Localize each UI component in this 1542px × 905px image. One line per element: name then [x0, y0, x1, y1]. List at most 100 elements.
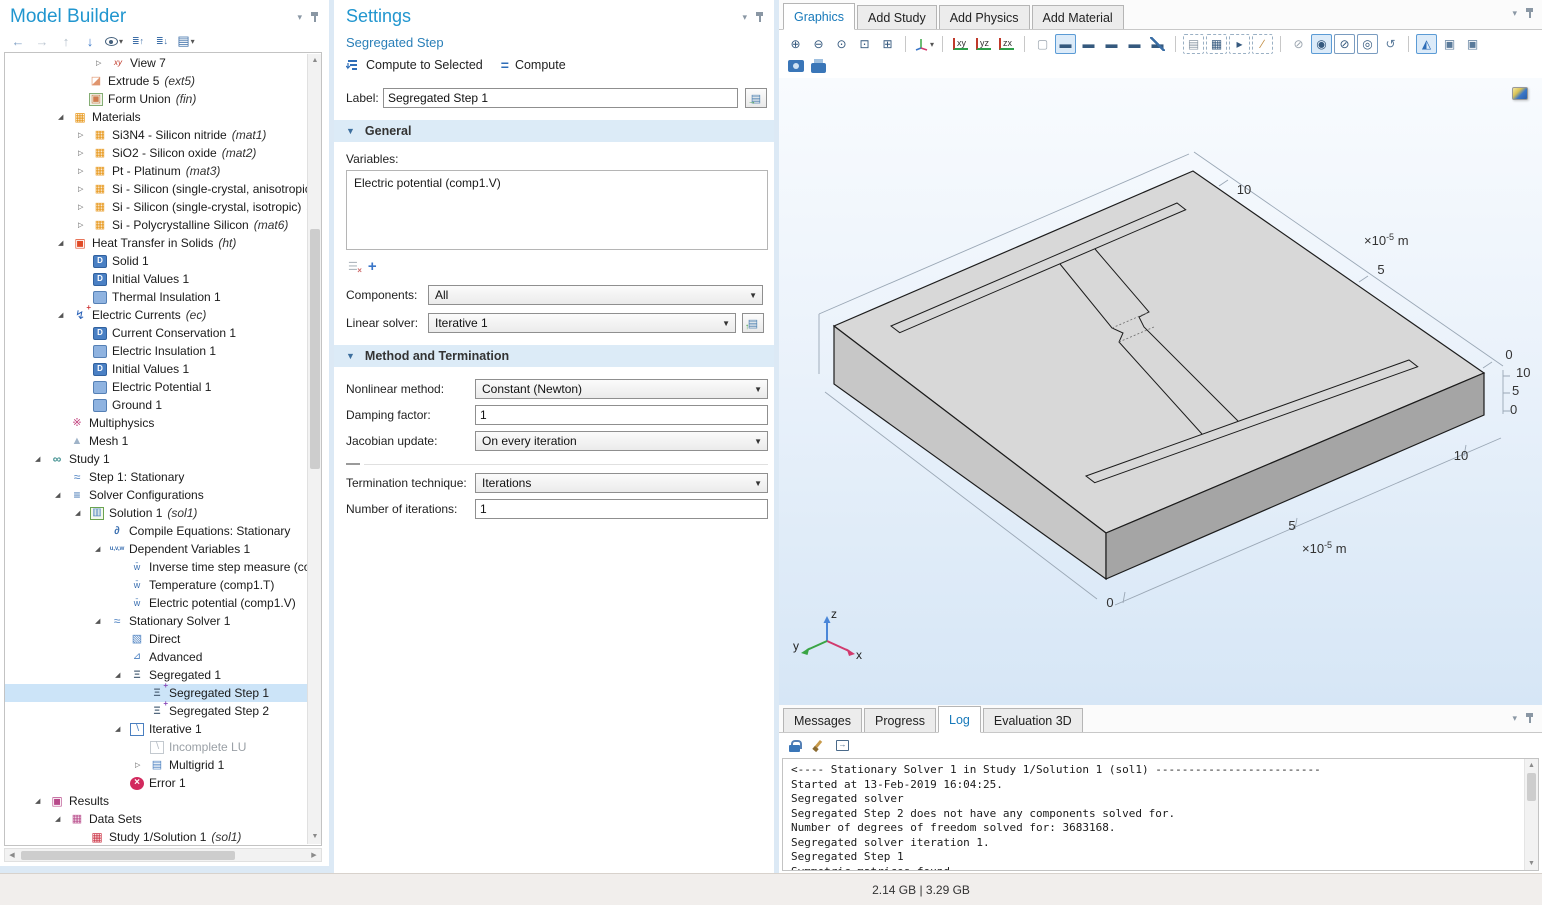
expander-icon[interactable]: ▷	[78, 167, 93, 175]
tree-item[interactable]: ◢▥Solution 1(sol1)	[5, 504, 308, 522]
skybox-button[interactable]: ▣	[1462, 34, 1483, 54]
go-to-source-button[interactable]: ▤↑	[742, 313, 764, 333]
tree-item[interactable]: ◢≈Stationary Solver 1	[5, 612, 308, 630]
tree-item[interactable]: ▷▦Si3N4 - Silicon nitride(mat1)	[5, 126, 308, 144]
number-of-iterations-input[interactable]	[475, 499, 768, 519]
transparency-toggle-button[interactable]: ⊘	[1288, 34, 1309, 54]
expander-icon[interactable]: ◢	[35, 797, 50, 805]
show-options-button[interactable]: ▾	[104, 32, 124, 50]
panel-menu-icon[interactable]: ▾	[1512, 8, 1517, 19]
panel-menu-icon[interactable]: ▾	[297, 12, 302, 23]
export-image-button[interactable]: ▦	[1206, 34, 1227, 54]
view-widget-icon[interactable]	[1512, 87, 1528, 100]
tree-item[interactable]: ×Error 1	[5, 774, 308, 792]
scene-light-button[interactable]: ◭	[1416, 34, 1437, 54]
add-variable-icon[interactable]: +	[368, 258, 377, 275]
view-yz-button[interactable]: yz	[973, 34, 994, 54]
scroll-down-icon[interactable]: ▼	[1525, 857, 1538, 870]
go-to-default-3d-view-button[interactable]: ▾	[913, 34, 935, 54]
section-method-termination[interactable]: ▼ Method and Termination	[334, 345, 774, 367]
tree-vertical-scrollbar[interactable]: ▲ ▼	[307, 54, 321, 844]
expander-icon[interactable]: ▷	[96, 59, 111, 67]
tree-item[interactable]: Ξ+Segregated Step 1	[5, 684, 308, 702]
label-input[interactable]	[383, 88, 738, 108]
compute-button[interactable]: = Compute	[501, 58, 566, 72]
model-tree[interactable]: ▷xyView 7◪Extrude 5(ext5)▣Form Union(fin…	[5, 54, 308, 844]
expander-icon[interactable]: ◢	[58, 311, 73, 319]
expand-all-button[interactable]: ≣↑	[128, 32, 148, 50]
tree-item[interactable]: Ground 1	[5, 396, 308, 414]
expander-icon[interactable]: ◢	[58, 113, 73, 121]
scrollbar-thumb[interactable]	[1527, 773, 1536, 801]
tree-item[interactable]: DInitial Values 1	[5, 360, 308, 378]
scrollbar-thumb[interactable]	[21, 851, 235, 860]
expander-icon[interactable]: ◢	[115, 671, 130, 679]
variables-listbox[interactable]: Electric potential (comp1.V)	[346, 170, 768, 250]
rename-button[interactable]: ▤→	[745, 88, 767, 108]
expander-icon[interactable]: ▷	[78, 203, 93, 211]
variables-item[interactable]: Electric potential (comp1.V)	[354, 176, 760, 190]
lock-scroll-icon[interactable]	[789, 740, 800, 752]
tab-add-material[interactable]: Add Material	[1032, 5, 1124, 29]
tree-item[interactable]: Thermal Insulation 1	[5, 288, 308, 306]
expander-icon[interactable]: ▷	[78, 221, 93, 229]
expander-icon[interactable]: ◢	[55, 491, 70, 499]
zoom-out-button[interactable]: ⊖	[808, 34, 829, 54]
tab-add-physics[interactable]: Add Physics	[939, 5, 1030, 29]
tree-item[interactable]: ※Multiphysics	[5, 414, 308, 432]
zoom-in-button[interactable]: ⊕	[785, 34, 806, 54]
move-down-button[interactable]: ↓	[80, 32, 100, 50]
tree-item[interactable]: ▷▤Multigrid 1	[5, 756, 308, 774]
jacobian-update-select[interactable]: On every iteration▼	[475, 431, 768, 451]
wireframe-rendering-button[interactable]: ▬	[1055, 34, 1076, 54]
zoom-fit-button[interactable]: ⊞	[877, 34, 898, 54]
tab-graphics[interactable]: Graphics	[783, 3, 855, 30]
nonlinear-method-select[interactable]: Constant (Newton)▼	[475, 379, 768, 399]
view-xy-button[interactable]: xy	[950, 34, 971, 54]
scrollbar-thumb[interactable]	[310, 229, 320, 469]
tree-item[interactable]: DCurrent Conservation 1	[5, 324, 308, 342]
hide-geometric-entities-button[interactable]: ◉	[1311, 34, 1332, 54]
linear-solver-select[interactable]: Iterative 1▼	[428, 313, 736, 333]
scroll-right-icon[interactable]: ▶	[307, 849, 321, 862]
expander-icon[interactable]: ◢	[95, 617, 110, 625]
tree-item[interactable]: ∖Incomplete LU	[5, 738, 308, 756]
tree-item[interactable]: DInitial Values 1	[5, 270, 308, 288]
surface-edge-rendering-button[interactable]: ▬	[1101, 34, 1122, 54]
tree-horizontal-scrollbar[interactable]: ◀ ▶	[4, 848, 322, 862]
clear-selection-button[interactable]: ∕	[1252, 34, 1273, 54]
tree-item[interactable]: ▷▦Pt - Platinum(mat3)	[5, 162, 308, 180]
damping-factor-input[interactable]	[475, 405, 768, 425]
tree-item[interactable]: ◢≡Solver Configurations	[5, 486, 308, 504]
tree-item[interactable]: ≈Step 1: Stationary	[5, 468, 308, 486]
section-general[interactable]: ▼ General	[334, 120, 774, 142]
expander-icon[interactable]: ▷	[78, 131, 93, 139]
tree-item[interactable]: ▷▦SiO2 - Silicon oxide(mat2)	[5, 144, 308, 162]
surface-rendering-button[interactable]: ▬	[1078, 34, 1099, 54]
expander-icon[interactable]: ◢	[75, 509, 90, 517]
mesh-rendering-button[interactable]: ▬	[1124, 34, 1145, 54]
expander-icon[interactable]: ▷	[78, 149, 93, 157]
tree-item[interactable]: ▷▦Si - Polycrystalline Silicon(mat6)	[5, 216, 308, 234]
scroll-down-icon[interactable]: ▼	[308, 830, 322, 844]
tree-item[interactable]: ◢▦Materials	[5, 108, 308, 126]
scroll-up-icon[interactable]: ▲	[308, 54, 322, 68]
tree-item[interactable]: ◢▣Results	[5, 792, 308, 810]
clear-log-icon[interactable]	[812, 740, 824, 752]
collapse-all-button[interactable]: ≣↓	[152, 32, 172, 50]
tab-add-study[interactable]: Add Study	[857, 5, 937, 29]
zoom-extents-button[interactable]: ⊡	[854, 34, 875, 54]
expander-icon[interactable]: ◢	[58, 239, 73, 247]
tree-item[interactable]: ◢u,v,wDependent Variables 1	[5, 540, 308, 558]
tree-item[interactable]: Electric Potential 1	[5, 378, 308, 396]
expander-icon[interactable]: ◢	[115, 725, 130, 733]
tree-item[interactable]: ◢▦Data Sets	[5, 810, 308, 828]
tree-item[interactable]: ◢ΞSegregated 1	[5, 666, 308, 684]
print-button[interactable]	[808, 56, 829, 76]
tree-item[interactable]: ◪Extrude 5(ext5)	[5, 72, 308, 90]
tree-item[interactable]: ◢∞Study 1	[5, 450, 308, 468]
image-snapshot-button[interactable]	[785, 56, 806, 76]
tree-item[interactable]: w̄Temperature (comp1.T)	[5, 576, 308, 594]
tree-item[interactable]: ⊿Advanced	[5, 648, 308, 666]
select-box-button[interactable]: ▸	[1229, 34, 1250, 54]
